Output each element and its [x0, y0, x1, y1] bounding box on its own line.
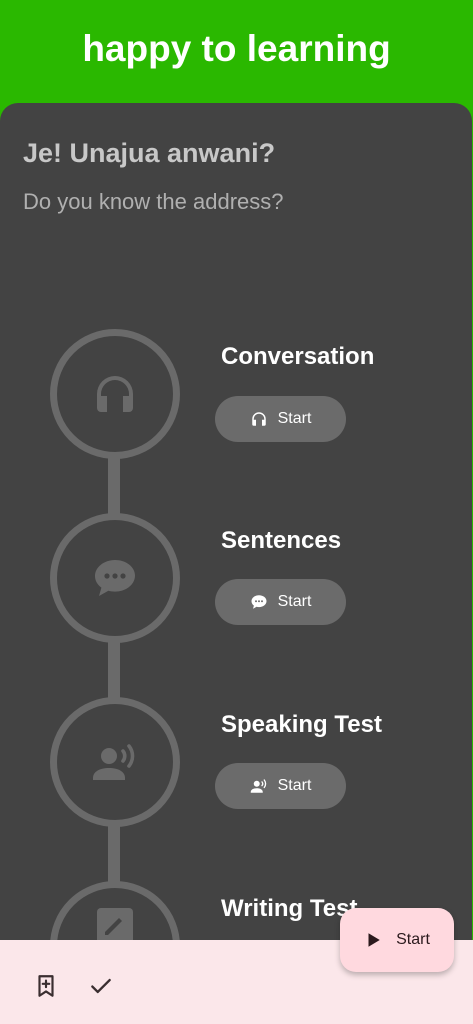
start-button-label: Start — [277, 410, 312, 427]
step-sentences-circle — [50, 513, 180, 643]
start-fab[interactable]: Start — [340, 908, 454, 972]
app-title: happy to learning — [82, 28, 391, 69]
start-button-label: Start — [277, 593, 312, 610]
lesson-subtitle: Do you know the address? — [23, 189, 284, 214]
timeline-connector — [108, 820, 120, 886]
sentences-start-button[interactable]: Start — [215, 579, 346, 625]
speaking-test-start-button[interactable]: Start — [215, 763, 346, 809]
check-icon[interactable] — [88, 973, 114, 999]
fab-label: Start — [396, 931, 430, 948]
step-speaking-test-circle — [50, 697, 180, 827]
start-button-label: Start — [277, 777, 312, 794]
timeline-connector — [108, 636, 120, 702]
app-bar: happy to learning — [0, 0, 473, 104]
lesson-title: Je! Unajua anwani? — [23, 138, 276, 168]
chat-bubble-icon — [251, 595, 267, 609]
step-title-writing-test: Writing Test — [221, 895, 358, 922]
speaking-person-icon — [93, 744, 135, 780]
speaking-person-icon — [250, 779, 266, 793]
play-icon — [368, 933, 380, 947]
step-title-conversation: Conversation — [221, 343, 375, 370]
headphones-icon — [251, 412, 266, 426]
headphones-icon — [97, 376, 133, 412]
timeline-connector — [108, 452, 120, 518]
chat-bubble-icon — [95, 560, 135, 596]
bookmark-add-icon[interactable] — [33, 973, 59, 999]
step-title-sentences: Sentences — [221, 527, 342, 554]
conversation-start-button[interactable]: Start — [215, 396, 346, 442]
step-title-speaking-test: Speaking Test — [221, 711, 382, 738]
step-conversation-circle — [50, 329, 180, 459]
